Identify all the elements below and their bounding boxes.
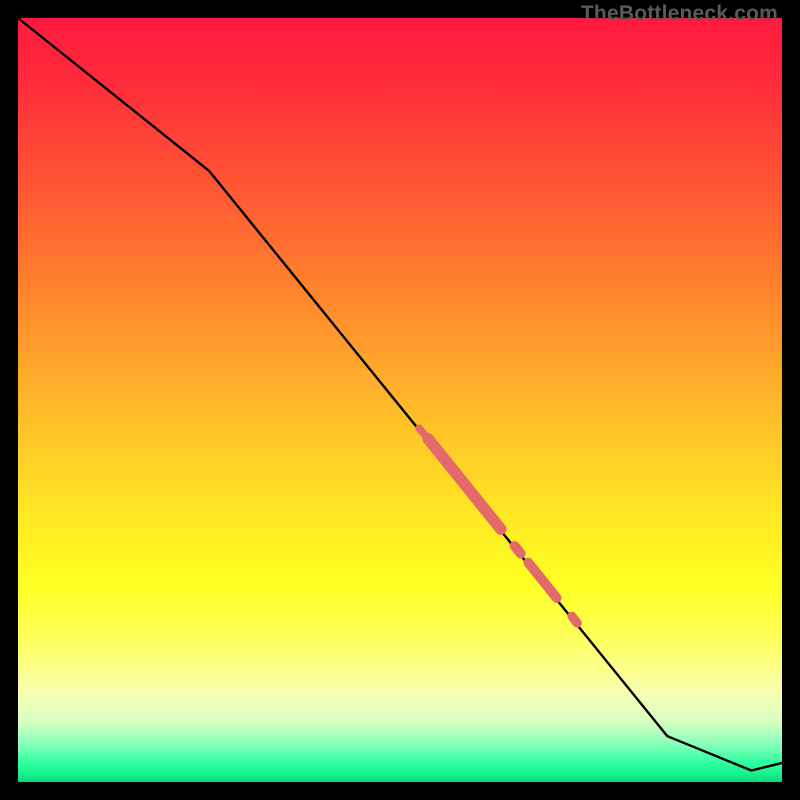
chart-overlay-svg (18, 18, 782, 782)
highlight-segment (428, 439, 501, 529)
watermark-text: TheBottleneck.com (581, 2, 778, 26)
highlight-segment (572, 616, 577, 623)
highlight-segment (528, 563, 556, 598)
highlight-segments (419, 428, 577, 623)
highlight-segment (515, 546, 521, 554)
primary-curve (18, 18, 782, 771)
chart-frame: TheBottleneck.com (0, 0, 800, 800)
